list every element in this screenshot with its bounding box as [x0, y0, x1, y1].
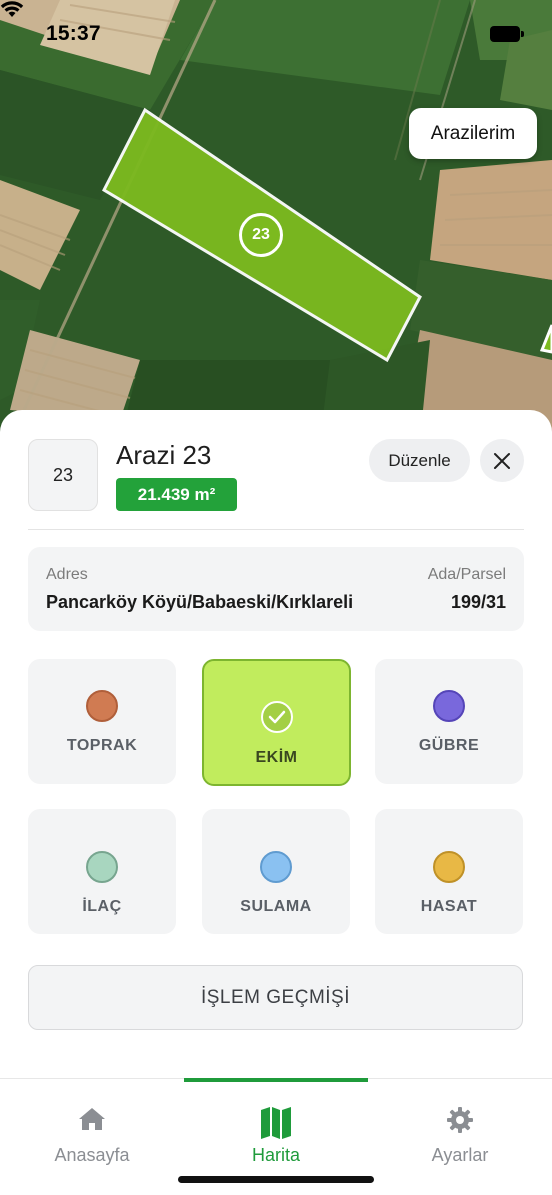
operation-hasat[interactable]: HASAT	[375, 809, 523, 934]
field-detail-sheet	[0, 410, 552, 1194]
address-card: Adres Pancarköy Köyü/Babaeski/Kırklareli…	[28, 547, 524, 631]
operation-sulama[interactable]: SULAMA	[202, 809, 350, 934]
my-lands-button[interactable]: Arazilerim	[409, 108, 537, 159]
field-number-box: 23	[28, 439, 98, 511]
tab-ayarlar[interactable]: Ayarlar	[368, 1078, 552, 1178]
irrigation-color-dot	[260, 851, 292, 883]
field-marker[interactable]: 23	[239, 213, 283, 257]
close-button[interactable]	[480, 439, 524, 482]
divider	[28, 529, 524, 530]
wifi-icon	[0, 1, 24, 17]
map-icon	[261, 1107, 291, 1139]
fertilizer-color-dot	[433, 690, 465, 722]
field-number: 23	[52, 464, 74, 485]
operation-label: GÜBRE	[418, 737, 480, 754]
status-bar: 15:37	[0, 0, 552, 70]
checkmark-icon	[261, 701, 293, 733]
parcel-value: 199/31	[450, 592, 506, 612]
tab-harita[interactable]: Harita	[184, 1078, 368, 1178]
operation-ilac[interactable]: İLAÇ	[28, 809, 176, 934]
operation-label: İLAÇ	[82, 898, 122, 915]
operation-history-button[interactable]: İŞLEM GEÇMİŞİ	[28, 965, 523, 1030]
battery-icon	[490, 26, 524, 42]
operation-label: HASAT	[420, 898, 478, 915]
field-title: Arazi 23	[116, 440, 212, 470]
gear-icon	[447, 1107, 473, 1133]
pesticide-color-dot	[86, 851, 118, 883]
home-indicator	[178, 1176, 374, 1183]
close-icon	[494, 452, 510, 469]
status-time: 15:37	[46, 22, 101, 45]
edit-button[interactable]: Düzenle	[369, 439, 470, 482]
harvest-color-dot	[433, 851, 465, 883]
tab-label: Harita	[251, 1145, 300, 1165]
address-value: Pancarköy Köyü/Babaeski/Kırklareli	[46, 592, 354, 612]
operation-label: TOPRAK	[66, 737, 138, 754]
area-badge: 21.439 m²	[116, 478, 237, 511]
operation-label: EKİM	[255, 749, 298, 766]
tab-anasayfa[interactable]: Anasayfa	[0, 1078, 184, 1178]
soil-color-dot	[86, 690, 118, 722]
operation-toprak[interactable]: TOPRAK	[28, 659, 176, 784]
operation-gubre[interactable]: GÜBRE	[375, 659, 523, 784]
tab-label: Anasayfa	[54, 1145, 130, 1165]
parcel-label: Ada/Parsel	[427, 566, 506, 583]
operation-label: SULAMA	[240, 898, 312, 915]
address-label: Adres	[46, 566, 88, 583]
satellite-map[interactable]: 23 15:37 Arazilerim	[0, 0, 552, 440]
tab-label: Ayarlar	[431, 1145, 489, 1165]
field-marker-label: 23	[252, 226, 270, 243]
home-icon	[79, 1108, 105, 1130]
operation-ekim[interactable]: EKİM	[202, 659, 351, 786]
